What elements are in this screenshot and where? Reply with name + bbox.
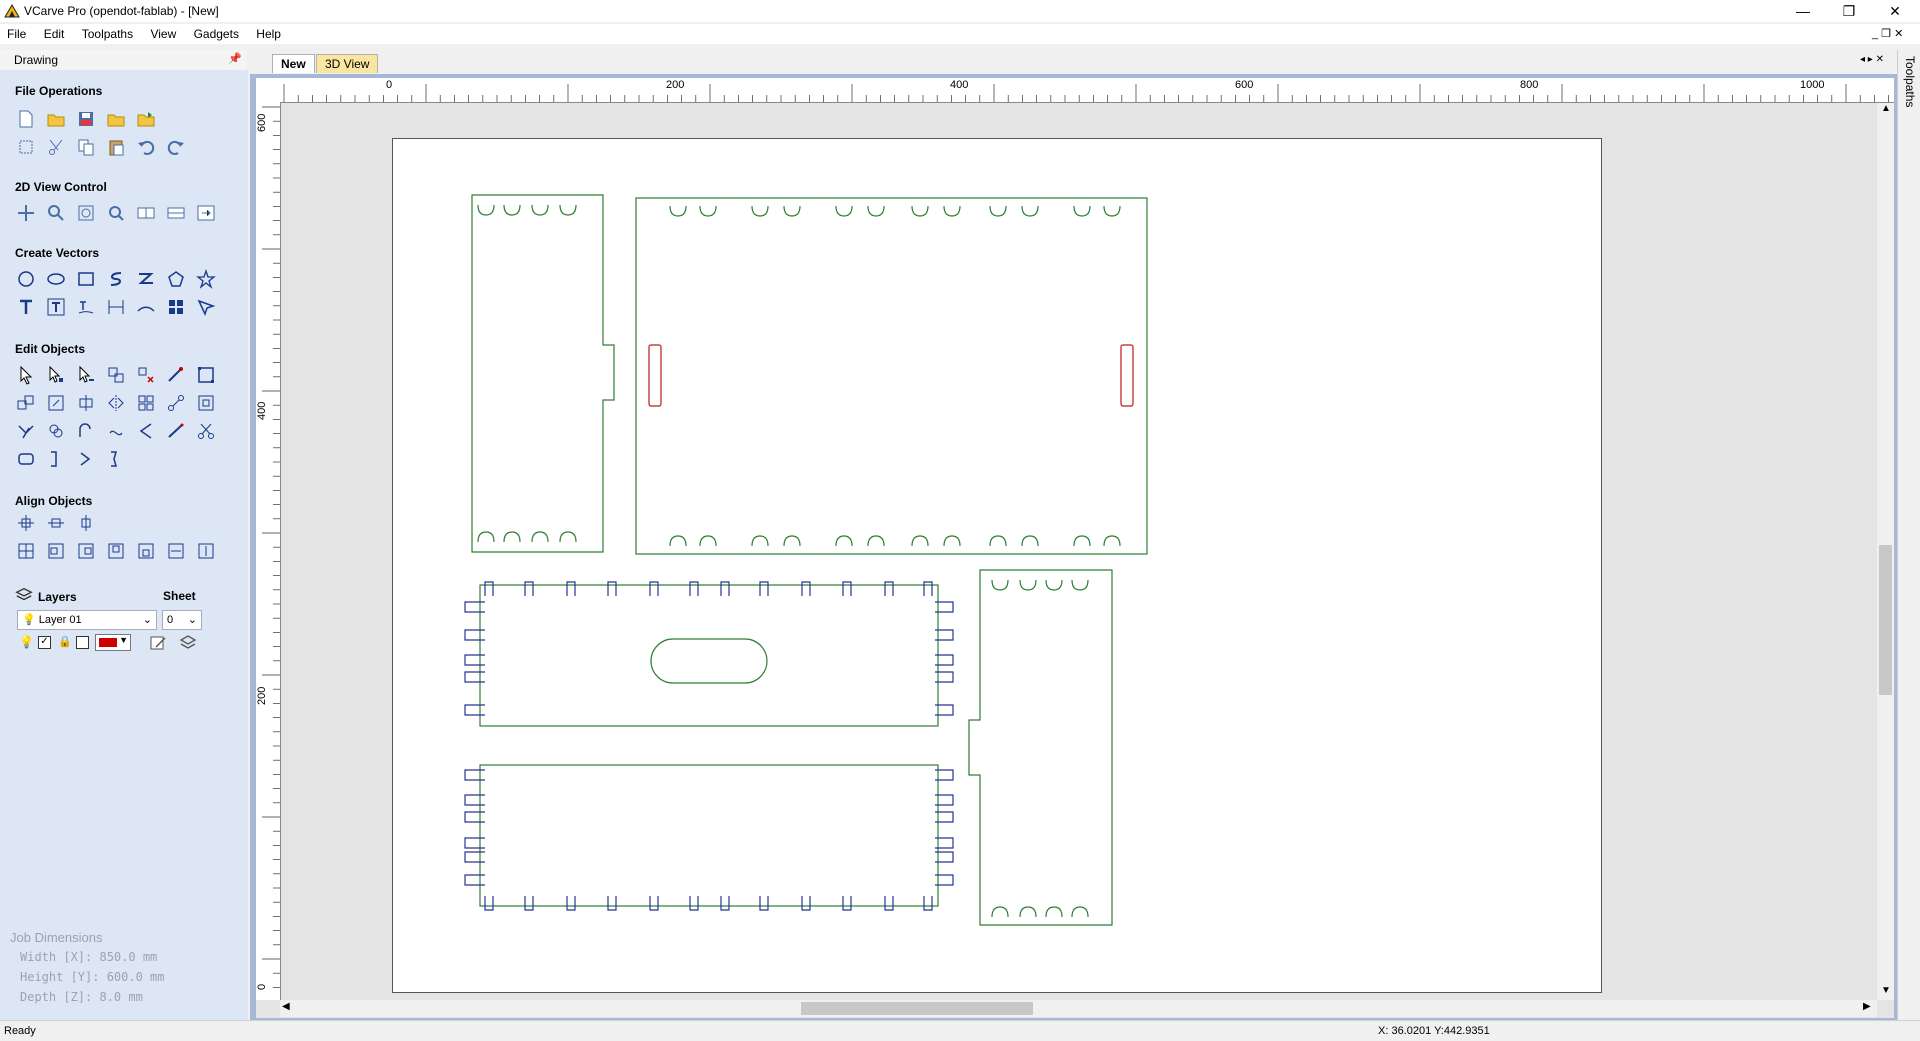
tabs-top-c (484, 581, 933, 596)
vertical-scroll-thumb[interactable] (1879, 545, 1892, 695)
back-panel[interactable] (635, 197, 1148, 555)
finger-joints-bottom-a (477, 531, 577, 543)
handle-cutout[interactable] (650, 638, 768, 684)
status-text: Ready (4, 1025, 36, 1037)
finger-joints-top-a (477, 204, 577, 216)
tabs-bottom-d (484, 896, 933, 911)
bottom-panel[interactable] (479, 764, 939, 907)
tabs-left-d (464, 769, 485, 886)
finger-joints-bottom-e (991, 906, 1089, 918)
finger-joints-top-e (991, 579, 1089, 591)
scroll-down-icon[interactable]: ▼ (1881, 985, 1891, 996)
scroll-left-icon[interactable]: ◀ (282, 1001, 290, 1012)
tabs-left-c (464, 601, 485, 716)
vertical-scrollbar[interactable]: ▲ ▼ (1877, 103, 1894, 1000)
slot-right[interactable] (1120, 344, 1134, 407)
horizontal-scrollbar[interactable]: ◀ ▶ (280, 1000, 1877, 1017)
status-bar: Ready X: 36.0201 Y:442.9351 (0, 1020, 1920, 1041)
side-panel-left[interactable] (471, 194, 615, 553)
side-panel-right[interactable] (968, 569, 1113, 926)
slot-left[interactable] (648, 344, 662, 407)
scroll-right-icon[interactable]: ▶ (1863, 1001, 1871, 1012)
horizontal-scroll-thumb[interactable] (801, 1002, 1033, 1015)
vector-drawing[interactable] (0, 0, 1920, 1040)
toolpaths-tab[interactable]: Toolpaths (1903, 56, 1917, 107)
handle-panel[interactable] (479, 584, 939, 727)
scroll-up-icon[interactable]: ▲ (1881, 103, 1891, 114)
cursor-coordinates: X: 36.0201 Y:442.9351 (1378, 1025, 1490, 1037)
finger-joints-bottom-b (669, 535, 1121, 547)
toolpaths-strip[interactable]: Toolpaths (1897, 50, 1920, 1020)
finger-joints-top-b (669, 205, 1121, 217)
